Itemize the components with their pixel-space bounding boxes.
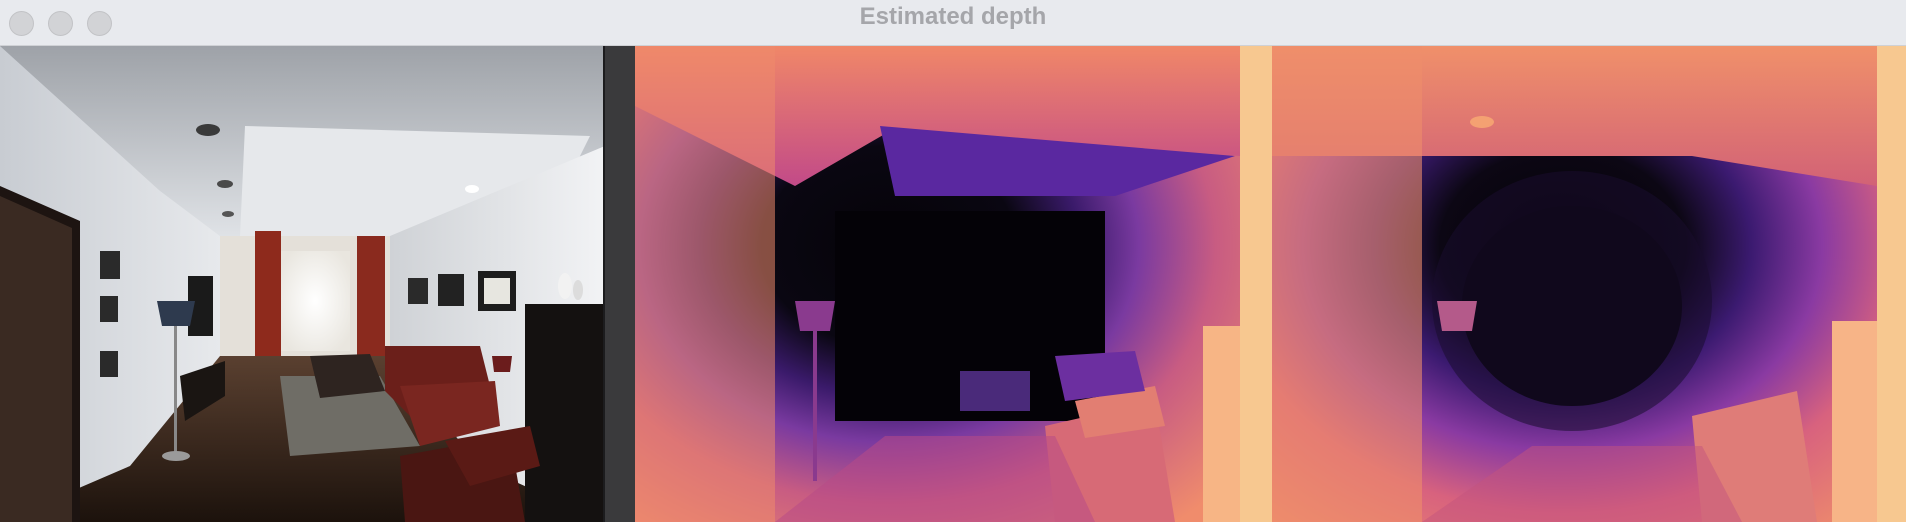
panel-divider xyxy=(605,46,635,522)
depth-map-estimated xyxy=(1272,46,1877,522)
app-window: Estimated depth xyxy=(0,0,1906,522)
rgb-frame-image xyxy=(0,46,605,522)
image-view xyxy=(0,46,1906,522)
title-bar[interactable]: Estimated depth xyxy=(0,0,1906,46)
panel-edge xyxy=(1877,46,1906,522)
window-title: Estimated depth xyxy=(859,3,1047,30)
depth-map-ground-truth xyxy=(635,46,1240,522)
panel-divider xyxy=(1240,46,1272,522)
